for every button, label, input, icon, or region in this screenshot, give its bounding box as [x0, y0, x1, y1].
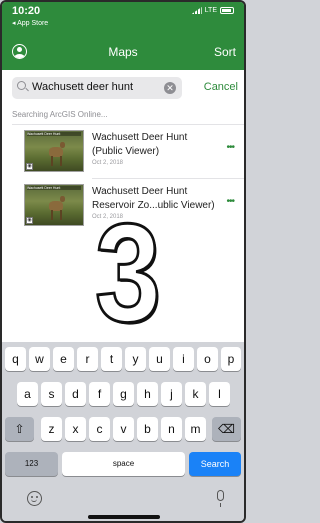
key-j[interactable]: j [161, 382, 182, 406]
key-a[interactable]: a [17, 382, 38, 406]
key-k[interactable]: k [185, 382, 206, 406]
list-item[interactable]: Wachusett Deer Hunt ◉ Wachusett Deer Hun… [2, 130, 244, 182]
deer-leg [51, 156, 53, 166]
key-h[interactable]: h [137, 382, 158, 406]
key-s[interactable]: s [41, 382, 62, 406]
search-row: Wachusett deer hunt ✕ Cancel [2, 70, 244, 104]
backspace-key[interactable]: ⌫ [212, 417, 241, 441]
deer-leg [60, 156, 62, 166]
result-title-line2: (Public Viewer) [92, 146, 160, 157]
thumbnail-caption: Wachusett Deer Hunt [27, 132, 81, 136]
step-number-overlay: 3 [94, 194, 163, 351]
page-title: Maps [108, 45, 138, 59]
searching-status: Searching ArcGIS Online... [12, 110, 108, 119]
cancel-button[interactable]: Cancel [204, 81, 238, 93]
emoji-icon[interactable] [27, 491, 42, 506]
deer-head [60, 196, 65, 202]
clear-icon[interactable]: ✕ [164, 82, 176, 94]
signal-icon [191, 7, 202, 14]
map-thumbnail: Wachusett Deer Hunt ◉ [24, 130, 84, 172]
space-key[interactable]: space [62, 452, 185, 476]
key-t[interactable]: t [101, 347, 122, 371]
battery-icon [220, 7, 234, 14]
shift-key[interactable]: ⇧ [5, 417, 34, 441]
key-g[interactable]: g [113, 382, 134, 406]
more-icon[interactable]: ••• [226, 142, 234, 153]
divider [12, 124, 244, 125]
result-title-line1: Wachusett Deer Hunt [92, 132, 188, 143]
key-e[interactable]: e [53, 347, 74, 371]
map-type-icon: ◉ [26, 163, 33, 170]
deer-head [60, 142, 65, 148]
search-field[interactable]: Wachusett deer hunt ✕ [12, 77, 182, 99]
map-thumbnail: Wachusett Deer Hunt ◉ [24, 184, 84, 226]
key-x[interactable]: x [65, 417, 86, 441]
keyboard: q w e r t y u i o p a s d f g h j k l ⇧ … [2, 342, 244, 521]
key-m[interactable]: m [185, 417, 206, 441]
key-b[interactable]: b [137, 417, 158, 441]
numbers-key[interactable]: 123 [5, 452, 58, 476]
status-time: 10:20 [12, 5, 41, 17]
key-n[interactable]: n [161, 417, 182, 441]
key-p[interactable]: p [221, 347, 241, 371]
mic-icon[interactable] [217, 490, 224, 507]
sort-button[interactable]: Sort [214, 45, 236, 59]
header: 10:20 ◂ App Store LTE Maps Sort [2, 2, 244, 70]
deer-leg [51, 210, 53, 220]
backspace-icon: ⌫ [218, 422, 235, 436]
key-r[interactable]: r [77, 347, 98, 371]
key-o[interactable]: o [197, 347, 218, 371]
key-y[interactable]: y [125, 347, 146, 371]
thumbnail-caption: Wachusett Deer Hunt [27, 186, 81, 190]
key-i[interactable]: i [173, 347, 194, 371]
key-q[interactable]: q [5, 347, 26, 371]
search-key[interactable]: Search [189, 452, 241, 476]
deer-leg [60, 210, 62, 220]
result-date: Oct 2, 2018 [92, 160, 124, 166]
key-v[interactable]: v [113, 417, 134, 441]
back-to-app-link[interactable]: ◂ App Store [12, 19, 48, 27]
home-indicator[interactable] [88, 515, 160, 519]
phone-screen: 10:20 ◂ App Store LTE Maps Sort Wachuset… [0, 0, 246, 523]
map-type-icon: ◉ [26, 217, 33, 224]
carrier-label: LTE [204, 7, 217, 14]
more-icon[interactable]: ••• [226, 196, 234, 207]
status-indicators: LTE [191, 7, 234, 14]
shift-icon: ⇧ [14, 422, 25, 436]
key-d[interactable]: d [65, 382, 86, 406]
key-w[interactable]: w [29, 347, 50, 371]
key-c[interactable]: c [89, 417, 110, 441]
divider [92, 178, 244, 179]
key-z[interactable]: z [41, 417, 62, 441]
search-icon [17, 81, 26, 90]
search-input[interactable]: Wachusett deer hunt [32, 81, 133, 93]
key-l[interactable]: l [209, 382, 230, 406]
key-f[interactable]: f [89, 382, 110, 406]
key-u[interactable]: u [149, 347, 170, 371]
